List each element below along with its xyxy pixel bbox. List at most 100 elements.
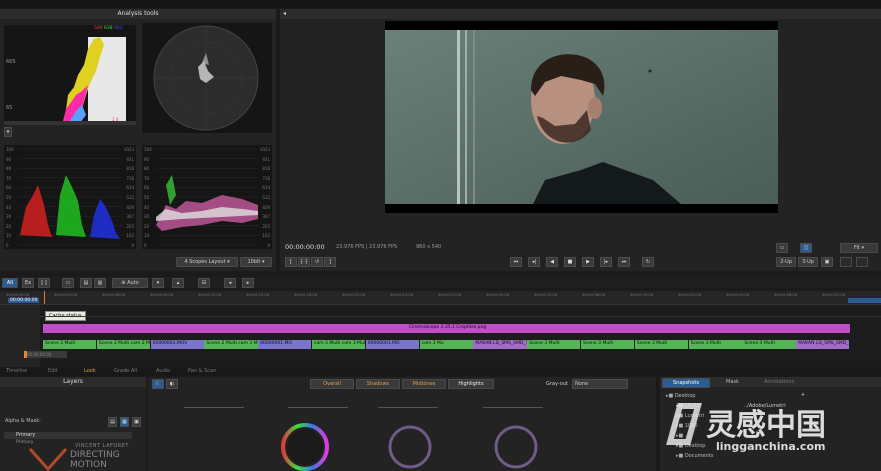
grade-mode-icon[interactable]: ☾ [152, 379, 164, 389]
track-tool-b[interactable]: ▤ [80, 278, 92, 288]
bit-depth-select[interactable]: 10bit ▾ [240, 257, 272, 267]
tab-timeline[interactable]: Timeline [6, 368, 27, 374]
track-tool-a[interactable]: ▭ [62, 278, 74, 288]
nav-right-icon[interactable]: ▸ [242, 278, 254, 288]
nav-down-icon[interactable]: ▾ [152, 278, 164, 288]
track-tool-c[interactable]: ▥ [94, 278, 106, 288]
timeline-clip[interactable]: Scene 3 Multi [43, 340, 97, 349]
grade-mode-icon-b[interactable]: ◐ [166, 379, 178, 389]
viewer-resolution: 960 x 540 [416, 244, 442, 250]
range-highlights-button[interactable]: Highlights [448, 379, 494, 389]
tab-audio[interactable]: Audio [156, 368, 170, 374]
nav-split-icon[interactable]: ⊟ [198, 278, 210, 288]
slider-row-d[interactable] [483, 407, 543, 408]
timeline-clip[interactable]: Scene 3 Multi [742, 340, 796, 349]
grayout-select[interactable]: None [572, 379, 628, 389]
watermark: 灵感中国 lingganchina.com [660, 400, 881, 471]
ruler-label: 00:00:15:00 [246, 292, 270, 297]
waveform-graph [156, 148, 258, 246]
scopes-layout-select[interactable]: 4 Scopes Layout ▾ [176, 257, 238, 267]
view-split-button[interactable]: ◫ [800, 243, 812, 253]
timeline-clip[interactable]: Scene 2 Multi cam 3 Mu [204, 340, 258, 349]
timeline-clip[interactable]: Scene 3 Multi [634, 340, 689, 349]
timeline-clip[interactable]: Scene 3 Multi [688, 340, 742, 349]
nav-up-icon[interactable]: ▴ [172, 278, 184, 288]
add-snapshot-icon[interactable]: + [798, 391, 808, 399]
two-up-button[interactable]: 2-Up [776, 257, 796, 267]
slider-row-c[interactable] [378, 407, 438, 408]
audio-clip[interactable]: 00:00:00:00 [24, 351, 67, 358]
range-midtones-button[interactable]: Midtones [402, 379, 446, 389]
tab-annotations[interactable]: Annotations [764, 379, 794, 385]
layer-mask-button[interactable]: ▦ [120, 417, 129, 427]
tab-edit[interactable]: Edit [48, 368, 58, 374]
slider-row-a[interactable] [184, 407, 244, 408]
histogram-graph [4, 37, 136, 125]
timeline-clip[interactable]: Scene 3 Multi [581, 340, 635, 349]
snapshot-button[interactable]: ▣ [821, 257, 833, 267]
folder-label: Desktop [674, 393, 696, 399]
tab-look[interactable]: Look [84, 368, 96, 374]
view-option-b[interactable] [856, 257, 868, 267]
primary-layer-row[interactable]: Primary [4, 432, 132, 439]
out-point-button[interactable]: ] [324, 257, 336, 267]
tab-mask[interactable]: Mask [726, 379, 739, 385]
loop-playback-icon[interactable]: ↻ [642, 257, 654, 267]
view-option-a[interactable] [840, 257, 852, 267]
parade-right-tick: 716 [126, 175, 134, 181]
step-back-icon[interactable]: ◀ [546, 257, 558, 267]
timeline-clip[interactable]: 00000001.MOV [150, 340, 204, 349]
view-single-button[interactable]: ▭ [776, 243, 788, 253]
timeline-clip[interactable]: Scene 3 Multi [527, 340, 581, 349]
range-overall-button[interactable]: Overall [310, 379, 354, 389]
all-button[interactable]: All [2, 278, 18, 288]
tab-grade-all[interactable]: Grade All [114, 368, 137, 374]
waveform-left-tick: 20 [144, 223, 150, 229]
timeline-clip[interactable]: MAKAN LD_SMS_SMD_T1C1.MOV [473, 340, 527, 349]
parade-right-tick: 205 [126, 223, 134, 229]
timeline-clip[interactable]: cam 3 Mu [419, 340, 473, 349]
waveform-scope: 1023 921 818 716 614 512 409 307 205 102 0 100 90 80 7… [142, 145, 272, 249]
folder-item[interactable]: ▸■ Desktop [666, 393, 695, 399]
stop-icon[interactable]: ■ [564, 257, 576, 267]
nav-left-icon[interactable]: ◂ [224, 278, 236, 288]
waveform-left-tick: 70 [144, 175, 150, 181]
color-wheels[interactable] [148, 417, 656, 471]
histogram-options-button[interactable]: ▾ [4, 127, 12, 137]
tab-pan-scan[interactable]: Pan & Scan [188, 368, 216, 374]
range-shadows-button[interactable]: Shadows [356, 379, 400, 389]
parade-left-tick: 40 [6, 204, 12, 210]
go-end-icon[interactable]: ⏭ [618, 257, 630, 267]
timeline-clip[interactable]: 00000001.MO [258, 340, 312, 349]
next-edit-icon[interactable]: |▸ [600, 257, 612, 267]
in-out-button[interactable]: {·} [298, 257, 310, 267]
analysis-tools-panel: Analysis tools 589 638 663 665 65 1 0 ▾ … [0, 9, 276, 271]
play-icon[interactable]: ▶ [582, 257, 594, 267]
timeline-clip[interactable]: cam 3 Multi cam 3 Multi [312, 340, 366, 349]
slider-row-b[interactable] [288, 407, 348, 408]
track-ex-button[interactable]: Ex [22, 278, 34, 288]
timeline-clip[interactable]: MAKAN LD_SMS_SMD_T1C1.MOV [796, 340, 850, 349]
three-up-button[interactable]: 3-Up [798, 257, 818, 267]
logo-text-mid: DIRECTING [70, 450, 120, 460]
parade-left-tick: 30 [6, 214, 12, 220]
loop-button[interactable]: ↺ [311, 257, 323, 267]
track-bracket-button[interactable]: [·] [38, 278, 50, 288]
collapse-left-icon[interactable]: ◂ [283, 10, 286, 17]
waveform-right-tick: 614 [262, 185, 270, 191]
layer-delete-button[interactable]: ▣ [132, 417, 141, 427]
go-start-icon[interactable]: ⏮ [510, 257, 522, 267]
playhead-marker[interactable] [44, 291, 45, 304]
parade-right-tick: 512 [126, 195, 134, 200]
in-point-button[interactable]: [ [285, 257, 297, 267]
auto-button[interactable]: ⊕ Auto [112, 278, 148, 288]
fit-select[interactable]: Fit ▾ [840, 243, 878, 253]
timeline-ruler[interactable]: 00:00:00:00 00:00:03:00 00:00:06:00 00:00:0… [0, 291, 881, 305]
ruler-label: 00:00:27:00 [438, 292, 462, 297]
prev-edit-icon[interactable]: ◂| [528, 257, 540, 267]
pink-overlay-clip[interactable]: Cinemascope 2.35.1 Croptiles.png [43, 324, 850, 333]
timeline-clip[interactable]: Scene 2 Multi cam 2 Multi cam 3 Multi [96, 340, 151, 349]
timeline-clip[interactable]: 00000001.MO [365, 340, 420, 349]
tab-snapshots[interactable]: Snapshots [662, 378, 710, 388]
layer-add-button[interactable]: ▤ [108, 417, 117, 427]
